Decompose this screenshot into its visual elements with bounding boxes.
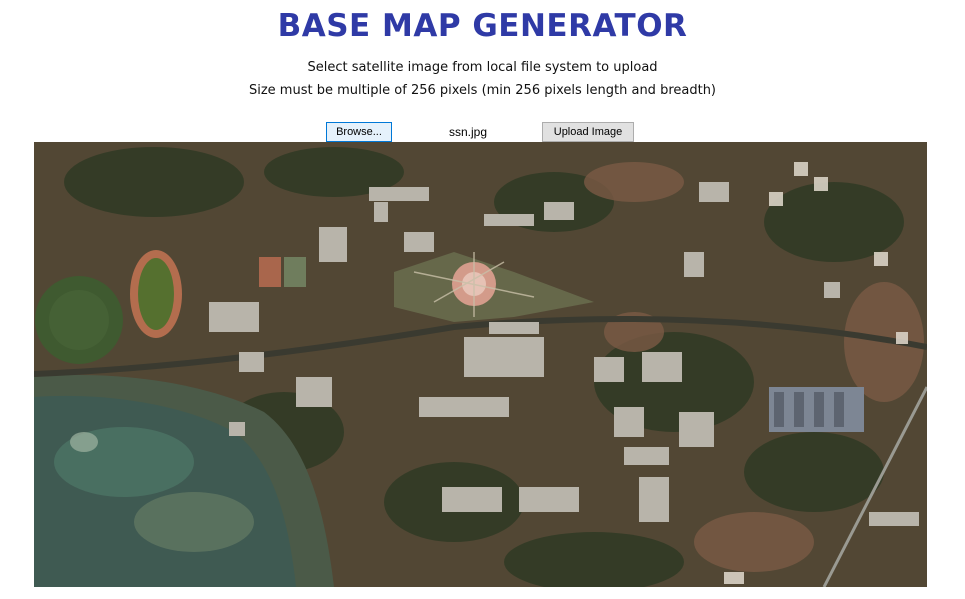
upload-controls: Browse... ssn.jpg Upload Image <box>0 122 965 142</box>
size-requirement-text: Size must be multiple of 256 pixels (min… <box>248 83 717 98</box>
instruction-text: Select satellite image from local file s… <box>307 60 658 75</box>
selected-file-name: ssn.jpg <box>448 125 488 139</box>
upload-image-button[interactable]: Upload Image <box>542 122 634 142</box>
browse-button[interactable]: Browse... <box>326 122 392 142</box>
satellite-image <box>34 142 927 587</box>
page-title: BASE MAP GENERATOR <box>277 8 688 44</box>
